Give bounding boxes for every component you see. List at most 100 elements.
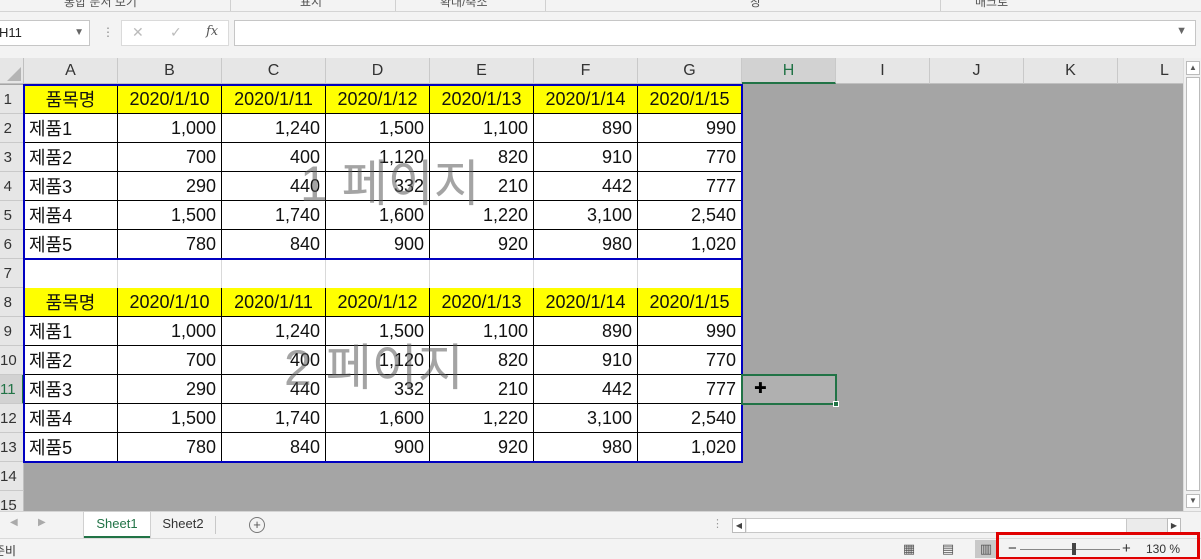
- column-header-k[interactable]: K: [1024, 58, 1118, 84]
- cancel-icon[interactable]: ✕: [132, 24, 144, 41]
- table-cell[interactable]: 290: [118, 375, 222, 404]
- table-cell[interactable]: 제품5: [24, 230, 118, 259]
- row-header-12[interactable]: 12: [0, 404, 24, 433]
- table-cell[interactable]: 820: [430, 346, 534, 375]
- table-cell[interactable]: 777: [638, 375, 742, 404]
- row-header-6[interactable]: 6: [0, 230, 24, 259]
- expand-formula-bar-icon[interactable]: ▼: [1176, 25, 1187, 37]
- table-cell[interactable]: 1,740: [222, 404, 326, 433]
- tab-split-handle[interactable]: ⋮: [712, 517, 723, 530]
- vertical-scrollbar[interactable]: ▲ ▼: [1183, 58, 1201, 511]
- table-cell[interactable]: 820: [430, 143, 534, 172]
- table-cell[interactable]: 제품4: [24, 201, 118, 230]
- table-cell[interactable]: 1,740: [222, 201, 326, 230]
- table-cell[interactable]: 제품3: [24, 172, 118, 201]
- scroll-right-arrow-icon[interactable]: ▶: [1167, 518, 1181, 533]
- table-cell[interactable]: 900: [326, 433, 430, 462]
- table-header-cell[interactable]: 2020/1/15: [638, 85, 742, 114]
- select-all-button[interactable]: [0, 58, 24, 84]
- table-header-cell[interactable]: 2020/1/12: [326, 288, 430, 317]
- horizontal-scroll-thumb[interactable]: [747, 519, 1127, 532]
- table-cell[interactable]: 442: [534, 172, 638, 201]
- column-header-h[interactable]: H: [742, 58, 836, 84]
- table-cell[interactable]: 제품3: [24, 375, 118, 404]
- table-cell[interactable]: 400: [222, 143, 326, 172]
- table-cell[interactable]: 442: [534, 375, 638, 404]
- column-header-f[interactable]: F: [534, 58, 638, 84]
- add-sheet-icon[interactable]: +: [249, 517, 265, 533]
- more-options-icon[interactable]: ⋮: [102, 25, 114, 39]
- table-cell[interactable]: 제품2: [24, 346, 118, 375]
- fill-handle[interactable]: [833, 401, 839, 407]
- table-cell[interactable]: 1,100: [430, 114, 534, 143]
- table-cell[interactable]: 제품5: [24, 433, 118, 462]
- table-cell[interactable]: 제품4: [24, 404, 118, 433]
- empty-cell[interactable]: [534, 259, 638, 288]
- column-header-b[interactable]: B: [118, 58, 222, 84]
- table-cell[interactable]: 440: [222, 375, 326, 404]
- empty-cell[interactable]: [638, 259, 742, 288]
- table-header-cell[interactable]: 2020/1/12: [326, 85, 430, 114]
- table-header-cell[interactable]: 2020/1/14: [534, 288, 638, 317]
- table-cell[interactable]: 1,000: [118, 317, 222, 346]
- scroll-up-arrow-icon[interactable]: ▲: [1186, 61, 1200, 75]
- table-cell[interactable]: 770: [638, 346, 742, 375]
- table-header-cell[interactable]: 2020/1/14: [534, 85, 638, 114]
- table-cell[interactable]: 1,020: [638, 433, 742, 462]
- next-sheet-arrow-icon[interactable]: ▶: [38, 517, 46, 528]
- table-cell[interactable]: 890: [534, 317, 638, 346]
- table-cell[interactable]: 980: [534, 433, 638, 462]
- table-cell[interactable]: 1,500: [118, 201, 222, 230]
- table-cell[interactable]: 910: [534, 143, 638, 172]
- table-cell[interactable]: 2,540: [638, 201, 742, 230]
- table-header-cell[interactable]: 2020/1/13: [430, 85, 534, 114]
- row-header-11[interactable]: 11: [0, 375, 24, 404]
- chevron-down-icon[interactable]: ▼: [74, 21, 84, 45]
- table-cell[interactable]: 제품1: [24, 114, 118, 143]
- horizontal-scrollbar[interactable]: ◀ ▶: [732, 518, 1181, 533]
- row-header-4[interactable]: 4: [0, 172, 24, 201]
- table-cell[interactable]: 제품1: [24, 317, 118, 346]
- table-cell[interactable]: 700: [118, 143, 222, 172]
- table-cell[interactable]: 1,600: [326, 201, 430, 230]
- row-header-8[interactable]: 8: [0, 288, 24, 317]
- row-header-3[interactable]: 3: [0, 143, 24, 172]
- name-box[interactable]: H11 ▼: [0, 20, 90, 46]
- table-cell[interactable]: 770: [638, 143, 742, 172]
- normal-view-icon[interactable]: ▦: [898, 540, 920, 558]
- table-header-cell[interactable]: 2020/1/10: [118, 288, 222, 317]
- table-cell[interactable]: 1,600: [326, 404, 430, 433]
- column-header-c[interactable]: C: [222, 58, 326, 84]
- empty-cell[interactable]: [118, 259, 222, 288]
- table-cell[interactable]: 2,540: [638, 404, 742, 433]
- table-cell[interactable]: 980: [534, 230, 638, 259]
- table-cell[interactable]: 332: [326, 172, 430, 201]
- row-header-2[interactable]: 2: [0, 114, 24, 143]
- table-cell[interactable]: 1,500: [326, 114, 430, 143]
- table-cell[interactable]: 1,240: [222, 114, 326, 143]
- row-header-5[interactable]: 5: [0, 201, 24, 230]
- row-header-1[interactable]: 1: [0, 85, 24, 114]
- row-header-9[interactable]: 9: [0, 317, 24, 346]
- scroll-left-arrow-icon[interactable]: ◀: [732, 518, 746, 533]
- column-header-j[interactable]: J: [930, 58, 1024, 84]
- table-cell[interactable]: 1,020: [638, 230, 742, 259]
- table-header-cell[interactable]: 2020/1/13: [430, 288, 534, 317]
- table-cell[interactable]: 920: [430, 433, 534, 462]
- table-header-cell[interactable]: 2020/1/10: [118, 85, 222, 114]
- table-header-cell[interactable]: 2020/1/11: [222, 85, 326, 114]
- table-cell[interactable]: 990: [638, 317, 742, 346]
- tab-sheet1[interactable]: Sheet1: [84, 512, 150, 538]
- formula-input[interactable]: ▼: [234, 20, 1196, 46]
- prev-sheet-arrow-icon[interactable]: ◀: [10, 517, 18, 528]
- column-header-g[interactable]: G: [638, 58, 742, 84]
- table-cell[interactable]: 780: [118, 433, 222, 462]
- vertical-scroll-thumb[interactable]: [1186, 77, 1200, 491]
- empty-cell[interactable]: [222, 259, 326, 288]
- table-cell[interactable]: 400: [222, 346, 326, 375]
- table-header-cell[interactable]: 품목명: [24, 85, 118, 114]
- table-cell[interactable]: 890: [534, 114, 638, 143]
- table-cell[interactable]: 1,220: [430, 404, 534, 433]
- table-cell[interactable]: 920: [430, 230, 534, 259]
- row-header-10[interactable]: 10: [0, 346, 24, 375]
